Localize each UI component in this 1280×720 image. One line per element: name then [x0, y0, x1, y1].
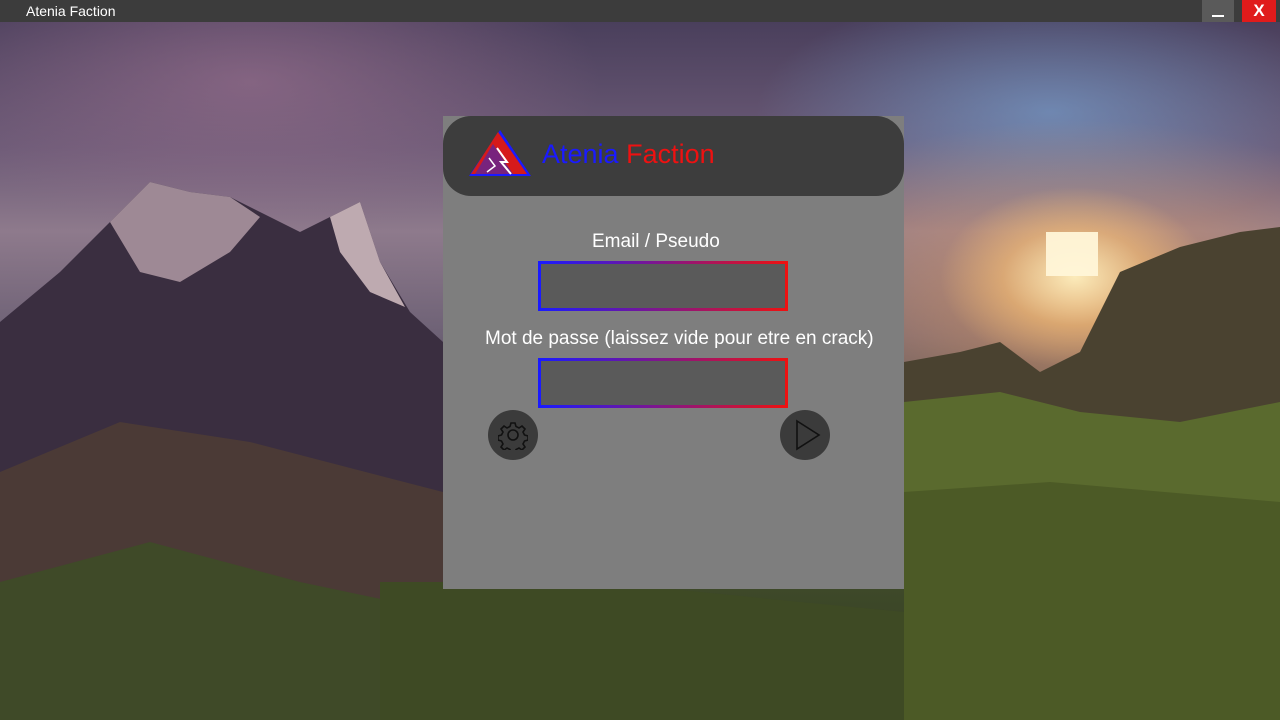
brand-title: Atenia Faction [542, 136, 715, 172]
email-field-box [538, 261, 788, 311]
atenia-logo-icon [469, 130, 531, 176]
gear-icon [498, 422, 528, 450]
password-field-box [538, 358, 788, 408]
email-label: Email / Pseudo [592, 231, 720, 252]
title-bar: Atenia Faction X [0, 0, 1280, 22]
panel-header: Atenia Faction [443, 116, 904, 196]
login-panel: Atenia Faction Email / Pseudo Mot de pas… [443, 116, 904, 589]
window-title: Atenia Faction [26, 3, 116, 19]
play-icon [796, 419, 821, 451]
brand-word-atenia: Atenia [542, 139, 619, 169]
minimize-button[interactable] [1202, 0, 1234, 22]
password-field[interactable] [541, 361, 785, 405]
minimize-icon [1212, 15, 1224, 17]
play-button[interactable] [780, 410, 830, 460]
email-field[interactable] [541, 264, 785, 308]
close-icon: X [1253, 1, 1265, 20]
close-button[interactable]: X [1242, 0, 1276, 22]
brand-word-faction: Faction [626, 139, 715, 169]
password-label: Mot de passe (laissez vide pour etre en … [485, 328, 874, 349]
settings-button[interactable] [488, 410, 538, 460]
